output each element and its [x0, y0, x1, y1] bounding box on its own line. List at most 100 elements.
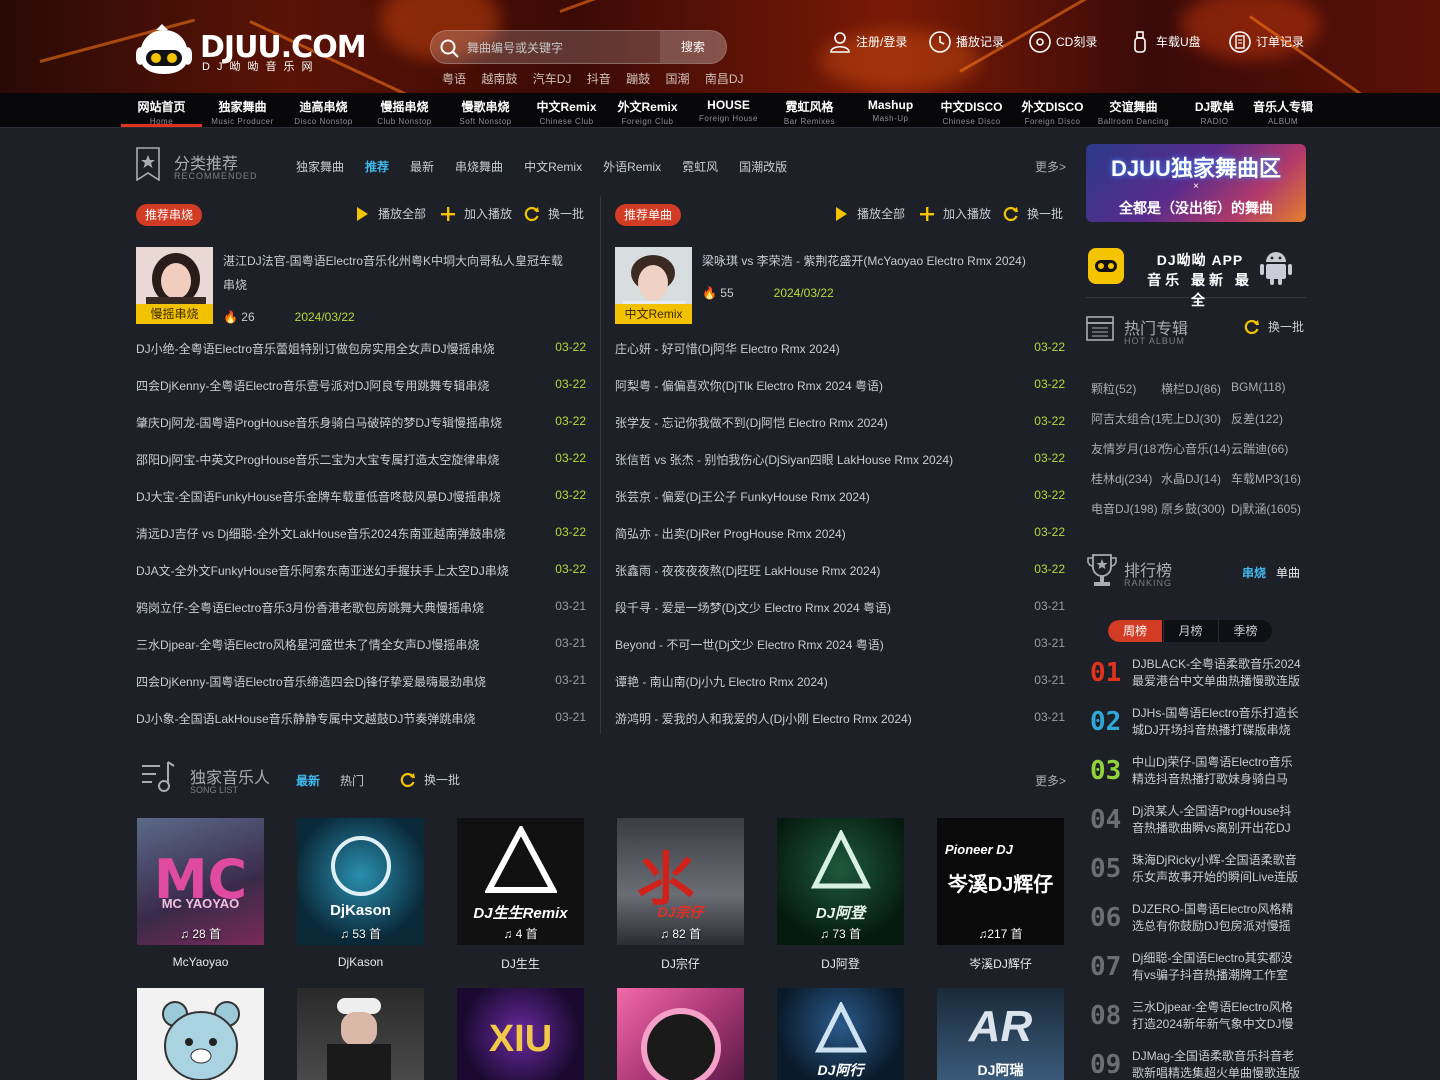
- toggle-single[interactable]: 单曲: [1276, 564, 1300, 581]
- list-item[interactable]: DJA文-全外文FunkyHouse音乐阿索东南亚迷幻手握扶手上太空DJ串烧 03…: [136, 562, 586, 582]
- nav-foreign-disco[interactable]: 外文DISCO Foreign Disco: [1012, 93, 1093, 127]
- hot-word[interactable]: 粤语: [442, 72, 466, 86]
- list-item[interactable]: Beyond - 不可一世(Dj文少 Electro Rmx 2024 粤语) 0…: [615, 636, 1065, 656]
- nav-bar-remixes[interactable]: 霓虹风格 Bar Remixes: [769, 93, 850, 127]
- artist-name[interactable]: DJ阿登: [777, 955, 904, 972]
- toggle-nonstop[interactable]: 串烧: [1242, 564, 1266, 581]
- album-tag[interactable]: Dj默涵(1605): [1231, 500, 1301, 517]
- ranking-item[interactable]: 04 Dj浪某人-全国语ProgHouse抖音热播歌曲瞬vs离别开出花DJ: [1090, 803, 1306, 847]
- ranking-item[interactable]: 07 Dj细聪-全国语Electro其实都没有vs骗子抖音热播潮牌工作室: [1090, 950, 1306, 994]
- list-item[interactable]: 张芸京 - 偏爱(Dj王公子 FunkyHouse Rmx 2024) 03-22: [615, 488, 1065, 508]
- nav-home[interactable]: 网站首页 Home: [121, 93, 202, 127]
- nav-disco-nonstop[interactable]: 迪高串烧 Disco Nonstop: [283, 93, 364, 127]
- tab-quarterly[interactable]: 季榜: [1218, 620, 1272, 642]
- tab-nonstop[interactable]: 串烧舞曲: [455, 160, 503, 174]
- list-item[interactable]: 张鑫雨 - 夜夜夜夜熬(Dj旺旺 LakHouse Rmx 2024) 03-22: [615, 562, 1065, 582]
- album-tag[interactable]: 友情岁月(187: [1091, 440, 1163, 457]
- exclusive-banner[interactable]: DJUU独家舞曲区 × 全都是（没出街）的舞曲: [1086, 144, 1306, 222]
- list-item[interactable]: 简弘亦 - 出卖(DjRer ProgHouse Rmx 2024) 03-22: [615, 525, 1065, 545]
- album-tag[interactable]: 宪上DJ(30): [1161, 410, 1221, 427]
- album-tag[interactable]: 水晶DJ(14): [1161, 470, 1221, 487]
- ranking-item[interactable]: 05 珠海DjRicky小辉-全国语柔歌音乐女声故事开始的瞬间Live连版: [1090, 852, 1306, 896]
- artist-cover[interactable]: DjKason ♫ 53 首: [297, 818, 424, 945]
- hot-word[interactable]: 汽车DJ: [533, 72, 572, 86]
- tab-guochao[interactable]: 国潮改版: [739, 160, 787, 174]
- list-item[interactable]: 游鸿明 - 爱我的人和我爱的人(Dj小刚 Electro Rmx 2024) 03…: [615, 710, 1065, 730]
- tab-latest[interactable]: 最新: [296, 772, 320, 789]
- list-item[interactable]: 鸦岗立仔-全粤语Electro音乐3月份香港老歌包房跳舞大典慢摇串烧 03-21: [136, 599, 586, 619]
- list-item[interactable]: 阿梨粤 - 偏偏喜欢你(DjTlk Electro Rmx 2024 粤语) 03…: [615, 377, 1065, 397]
- artist-name[interactable]: DjKason: [297, 955, 424, 969]
- nav-foreign-club[interactable]: 外文Remix Foreign Club: [607, 93, 688, 127]
- list-item[interactable]: 清远DJ吉仔 vs Dj细聪-全外文LakHouse音乐2024东南亚越南弹鼓串…: [136, 525, 586, 545]
- album-tag[interactable]: 车载MP3(16): [1231, 470, 1301, 487]
- more-link[interactable]: 更多>: [1035, 772, 1066, 789]
- album-tag[interactable]: BGM(118): [1231, 380, 1285, 394]
- nav-soft-nonstop[interactable]: 慢歌串烧 Soft Nonstop: [445, 93, 526, 127]
- list-item[interactable]: 张学友 - 忘记你我做不到(Dj阿恺 Electro Rmx 2024) 03-2…: [615, 414, 1065, 434]
- album-tag[interactable]: 电音DJ(198): [1091, 500, 1158, 517]
- featured-single[interactable]: 中文Remix 梁咏琪 vs 李荣浩 - 紫荆花盛开(McYaoyao Elec…: [615, 247, 1055, 327]
- nav-mashup[interactable]: Mashup Mash-Up: [850, 93, 931, 127]
- tab-monthly[interactable]: 月榜: [1163, 620, 1217, 642]
- ranking-item[interactable]: 09 DJMag-全国语柔歌音乐抖音老歌新唱精选集超火单曲慢歌连版: [1090, 1048, 1306, 1080]
- list-item[interactable]: 三水Djpear-全粤语Electro风格星河盛世未了情全女声DJ慢摇串烧 03-…: [136, 636, 586, 656]
- tab-latest[interactable]: 最新: [410, 160, 434, 174]
- tab-recommend[interactable]: 推荐: [365, 160, 389, 174]
- list-item[interactable]: 四会DjKenny-全粤语Electro音乐壹号派对DJ阿良专用跳舞专辑串烧 03…: [136, 377, 586, 397]
- album-tag[interactable]: 阿吉太组合(1: [1091, 410, 1162, 427]
- featured-title[interactable]: 梁咏琪 vs 李荣浩 - 紫荆花盛开(McYaoyao Electro Rmx …: [702, 249, 1042, 273]
- list-item[interactable]: DJ小象-全国语LakHouse音乐静静专属中文越鼓DJ节奏弹跳串烧 03-21: [136, 710, 586, 730]
- artist-cover[interactable]: ⺢ DJ宗仔 ♫ 82 首: [617, 818, 744, 945]
- list-item[interactable]: DJ大宝-全国语FunkyHouse音乐金牌车载重低音咚鼓风暴DJ慢摇串烧 03-…: [136, 488, 586, 508]
- album-tag[interactable]: 桂林dj(234): [1091, 470, 1152, 487]
- tab-chinese-remix[interactable]: 中文Remix: [524, 160, 582, 174]
- artist-cover[interactable]: [297, 988, 424, 1080]
- android-icon[interactable]: [1260, 248, 1292, 286]
- nav-house[interactable]: HOUSE Foreign House: [688, 93, 769, 127]
- artist-cover[interactable]: AR DJ阿瑞: [937, 988, 1064, 1080]
- album-tag[interactable]: 反差(122): [1231, 410, 1283, 427]
- list-item[interactable]: 谭艳 - 南山南(Dj小九 Electro Rmx 2024) 03-21: [615, 673, 1065, 693]
- hot-word[interactable]: 抖音: [587, 72, 611, 86]
- featured-title[interactable]: 湛江DJ法官-国粤语Electro音乐化州粤K中垌大向哥私人皇冠车载串烧: [223, 249, 573, 297]
- search-button[interactable]: 搜索: [660, 31, 726, 63]
- artist-cover[interactable]: XIU: [457, 988, 584, 1080]
- nav-club-nonstop[interactable]: 慢摇串烧 Club Nonstop: [364, 93, 445, 127]
- artist-cover[interactable]: DJ阿登 ♫ 73 首: [777, 818, 904, 945]
- ranking-item[interactable]: 08 三水Djpear-全粤语Electro风格打造2024新年新气象中文DJ慢: [1090, 999, 1306, 1043]
- featured-thumbnail[interactable]: 中文Remix: [615, 247, 692, 324]
- nav-chinese-club[interactable]: 中文Remix Chinese Club: [526, 93, 607, 127]
- ranking-item[interactable]: 02 DJHs-国粤语Electro音乐打造长城DJ开场抖音热播打碟版串烧: [1090, 705, 1306, 749]
- nav-ballroom[interactable]: 交谊舞曲 Ballroom Dancing: [1093, 93, 1174, 127]
- app-download[interactable]: DJ呦呦 APP 音乐 最新 最全: [1086, 238, 1306, 308]
- nav-chinese-disco[interactable]: 中文DISCO Chinese Disco: [931, 93, 1012, 127]
- tab-exclusive[interactable]: 独家舞曲: [296, 160, 344, 174]
- tab-hot[interactable]: 热门: [340, 772, 364, 789]
- featured-nonstop[interactable]: 慢摇串烧 湛江DJ法官-国粤语Electro音乐化州粤K中垌大向哥私人皇冠车载串…: [136, 247, 576, 327]
- album-tag[interactable]: 横栏DJ(86): [1161, 380, 1221, 397]
- tab-weekly[interactable]: 周榜: [1108, 620, 1162, 642]
- album-tag[interactable]: 原乡鼓(300): [1161, 500, 1225, 517]
- album-tag[interactable]: 颗粒(52): [1091, 380, 1136, 397]
- hot-word[interactable]: 蹦鼓: [626, 72, 650, 86]
- artist-cover[interactable]: DJ生生Remix ♫ 4 首: [457, 818, 584, 945]
- tab-foreign-remix[interactable]: 外语Remix: [603, 160, 661, 174]
- artist-cover[interactable]: [617, 988, 744, 1080]
- artist-cover[interactable]: Pioneer DJ 岑溪DJ辉仔 ♫217 首: [937, 818, 1064, 945]
- ranking-item[interactable]: 06 DJZERO-国粤语Electro风格精选总有你鼓励DJ包房派对慢摇: [1090, 901, 1306, 945]
- hot-word[interactable]: 南昌DJ: [705, 72, 744, 86]
- album-tag[interactable]: 云踹迪(66): [1231, 440, 1288, 457]
- artist-name[interactable]: 岑溪DJ辉仔: [937, 955, 1064, 972]
- nav-album[interactable]: 音乐人专辑 ALBUM: [1243, 93, 1323, 127]
- artist-name[interactable]: DJ生生: [457, 955, 584, 972]
- list-item[interactable]: 段千寻 - 爱是一场梦(Dj文少 Electro Rmx 2024 粤语) 03-…: [615, 599, 1065, 619]
- featured-thumbnail[interactable]: 慢摇串烧: [136, 247, 213, 324]
- list-item[interactable]: 邵阳Dj阿宝-中英文ProgHouse音乐二宝为大宝专属打造太空旋律串烧 03-2…: [136, 451, 586, 471]
- artist-cover[interactable]: [137, 988, 264, 1080]
- artist-name[interactable]: DJ宗仔: [617, 955, 744, 972]
- list-item[interactable]: 张信哲 vs 张杰 - 别怕我伤心(DjSiyan四眼 LakHouse Rmx…: [615, 451, 1065, 471]
- list-item[interactable]: 四会DjKenny-国粤语Electro音乐缔造四会Dj锋仔挚爱最嗨最劲串烧 03…: [136, 673, 586, 693]
- hot-word[interactable]: 越南鼓: [481, 72, 517, 86]
- artist-cover[interactable]: DJ阿行: [777, 988, 904, 1080]
